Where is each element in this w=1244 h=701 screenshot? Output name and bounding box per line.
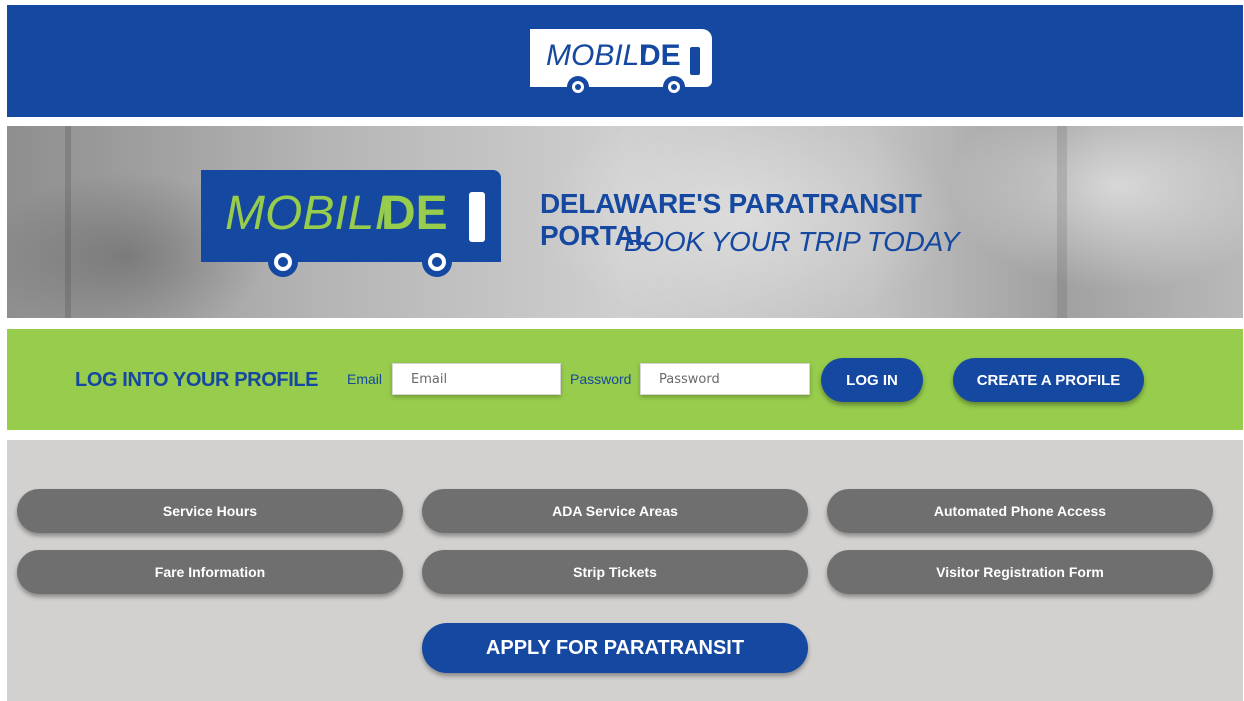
site-header: MOBILI DE (7, 5, 1243, 117)
password-label: Password (570, 371, 632, 387)
header-logo-text-b: DE (639, 39, 681, 72)
mobilide-logo[interactable]: MOBILI DE (526, 25, 716, 99)
header-logo-text-a: MOBILI (546, 39, 648, 72)
hero-bg-streak (65, 126, 71, 318)
automated-phone-access-button[interactable]: Automated Phone Access (827, 489, 1213, 533)
hero-bus-logo: MOBILI DE (201, 170, 501, 277)
login-button[interactable]: LOG IN (821, 358, 923, 402)
create-profile-button[interactable]: CREATE A PROFILE (953, 358, 1144, 402)
service-hours-button[interactable]: Service Hours (17, 489, 403, 533)
strip-tickets-button[interactable]: Strip Tickets (422, 550, 808, 594)
hero-banner: MOBILI DE DELAWARE'S PARATRANSIT PORTAL … (7, 126, 1243, 318)
hero-bg-streak (1057, 126, 1067, 318)
login-bar: LOG INTO YOUR PROFILE Email Password LOG… (7, 329, 1243, 430)
password-field[interactable] (640, 363, 810, 395)
hero-logo-text-a: MOBILI (225, 187, 388, 240)
hero-subtitle: BOOK YOUR TRIP TODAY (624, 226, 960, 257)
email-label: Email (347, 371, 383, 387)
fare-information-button[interactable]: Fare Information (17, 550, 403, 594)
login-heading: LOG INTO YOUR PROFILE (75, 369, 319, 391)
services-panel: Service Hours ADA Service Areas Automate… (7, 440, 1243, 701)
hero-logo-text-b: DE (381, 187, 448, 240)
ada-service-areas-button[interactable]: ADA Service Areas (422, 489, 808, 533)
apply-for-paratransit-button[interactable]: APPLY FOR PARATRANSIT (422, 623, 808, 673)
email-field[interactable] (392, 363, 561, 395)
visitor-registration-form-button[interactable]: Visitor Registration Form (827, 550, 1213, 594)
